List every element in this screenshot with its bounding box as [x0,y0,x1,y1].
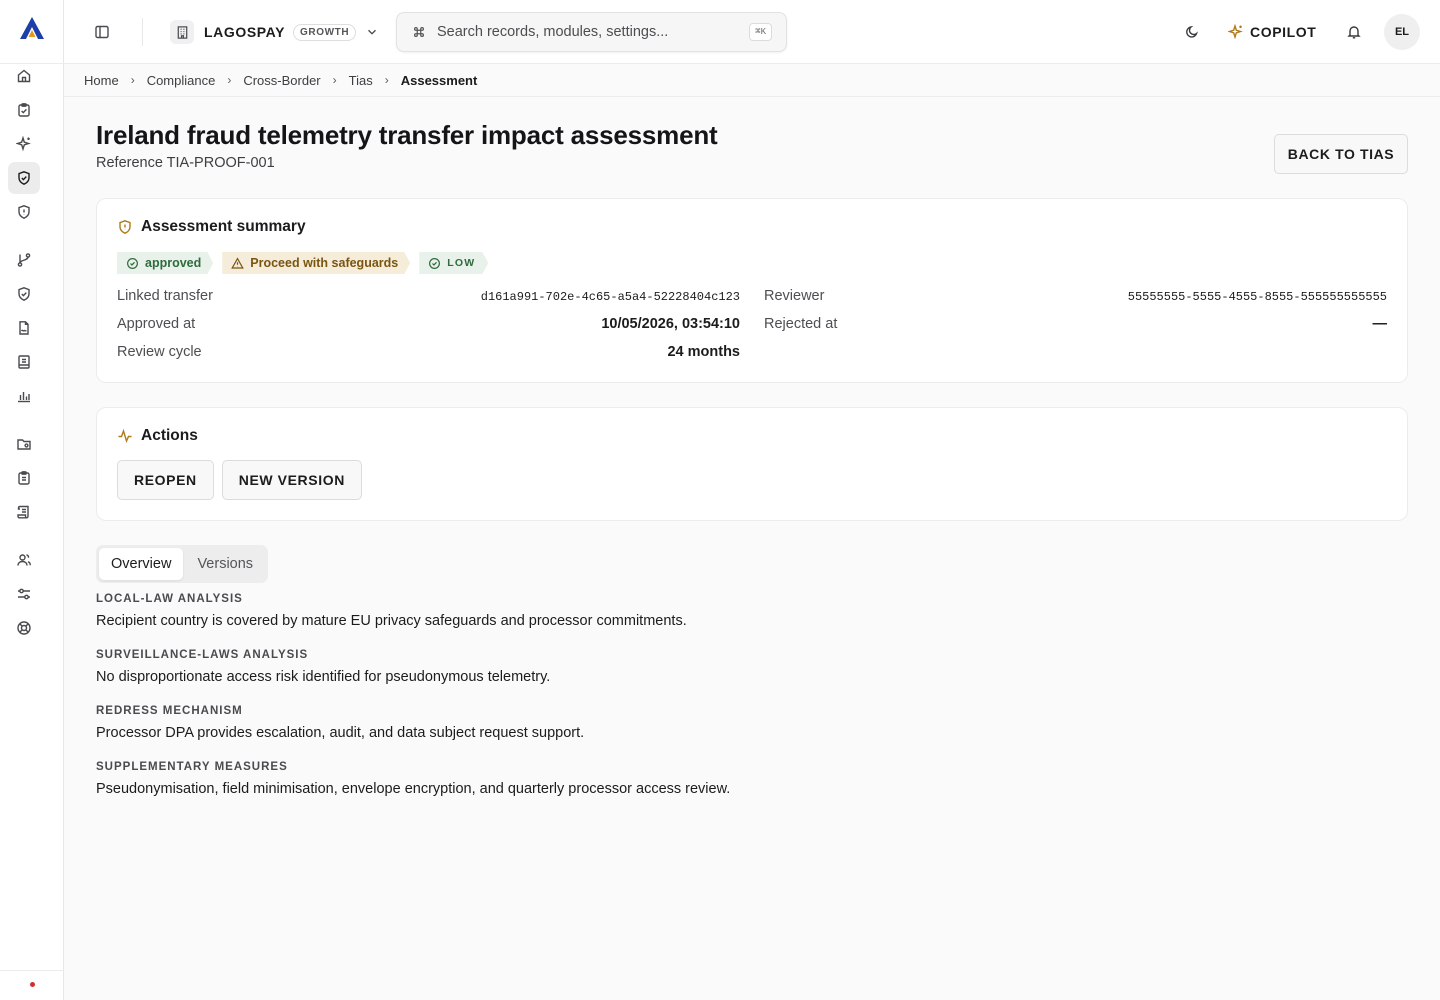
plan-badge: GROWTH [293,23,357,41]
kv-label: Rejected at [764,316,838,332]
search-input[interactable] [437,24,740,40]
rail-sparkles-icon[interactable] [8,128,40,160]
chevron-right-icon: › [332,73,337,87]
rail-file-signature-icon[interactable] [8,312,40,344]
check-circle-icon [428,257,441,270]
back-to-tias-button[interactable]: BACK TO TIAS [1274,134,1408,174]
kv-label: Approved at [117,316,196,332]
rail-sliders-icon[interactable] [8,578,40,610]
section-label: SUPPLEMENTARY MEASURES [96,761,288,773]
app-logo-icon[interactable] [19,16,45,40]
sparkles-icon [1228,24,1244,40]
approved-at-value: 10/05/2026, 03:54:10 [601,316,740,332]
tab-overview[interactable]: Overview [99,548,184,580]
rail-shield-check-icon[interactable] [8,278,40,310]
tab-versions[interactable]: Versions [185,548,265,580]
chevron-down-icon [364,24,380,40]
theme-toggle-moon-icon[interactable] [1180,20,1204,44]
actions-title-label: Actions [141,427,198,444]
rail-shield-check-icon-active[interactable] [8,162,40,194]
activity-icon [117,428,133,444]
actions-card-title: Actions [117,427,198,445]
section-redress-mechanism: REDRESS MECHANISM Processor DPA provides… [96,705,584,741]
chevron-right-icon: › [384,73,389,87]
status-badge-label: approved [145,256,202,270]
linked-transfer-id[interactable]: d161a991-702e-4c65-a5a4-52228404c123 [481,290,740,304]
check-circle-icon [126,257,139,270]
kv-label: Review cycle [117,344,202,360]
section-text: Processor DPA provides escalation, audit… [96,725,585,741]
summary-card-title: Assessment summary [117,218,306,236]
rail-bar-chart-icon[interactable] [8,380,40,412]
org-name: LAGOSPAY [204,24,286,40]
breadcrumb-cross-border[interactable]: Cross-Border [243,73,320,88]
rejected-at-value: — [1372,316,1388,332]
status-badge: approved [117,252,213,274]
chevron-right-icon: › [227,73,232,87]
page-title: Ireland fraud telemetry transfer impact … [96,120,718,150]
search-shortcut-hint: ⌘K [749,23,772,41]
left-rail [0,0,64,1000]
chevron-right-icon: › [130,73,135,87]
reopen-button[interactable]: REOPEN [117,460,214,500]
section-surveillance-laws: SURVEILLANCE-LAWS ANALYSIS No disproport… [96,649,550,685]
section-text: Recipient country is covered by mature E… [96,613,687,629]
assessment-summary-card: Assessment summary approved Proceed with… [96,198,1408,383]
warning-triangle-icon [231,257,244,270]
user-avatar[interactable]: EL [1384,14,1420,50]
building-icon [170,20,194,44]
org-switcher[interactable]: LAGOSPAY GROWTH [170,18,380,46]
copilot-label: COPILOT [1250,24,1317,40]
top-bar: LAGOSPAY GROWTH ⌘K COPILOT EL [64,0,1440,64]
rail-users-icon[interactable] [8,544,40,576]
detail-tabs: Overview Versions [96,545,269,583]
breadcrumb-current: Assessment [400,72,478,88]
section-supplementary-measures: SUPPLEMENTARY MEASURES Pseudonymisation,… [96,761,730,797]
risk-level-label: LOW [447,257,476,269]
decision-badge-label: Proceed with safeguards [250,256,399,270]
shield-alert-icon [117,219,133,235]
rail-git-branch-icon[interactable] [8,244,40,276]
rail-folder-icon[interactable] [8,428,40,460]
notifications-bell-icon[interactable] [1342,20,1366,44]
command-icon [411,25,427,39]
kv-label: Reviewer [764,288,825,304]
new-version-button[interactable]: NEW VERSION [221,460,362,500]
section-local-law: LOCAL-LAW ANALYSIS Recipient country is … [96,593,687,629]
breadcrumb-tias[interactable]: Tias [349,73,373,88]
section-label: REDRESS MECHANISM [96,705,243,717]
page-reference: Reference TIA-PROOF-001 [96,155,275,171]
rail-clipboard-check-icon[interactable] [8,94,40,126]
section-text: No disproportionate access risk identifi… [96,669,551,685]
status-dot-indicator [30,982,35,987]
rail-life-buoy-icon[interactable] [8,612,40,644]
breadcrumb-compliance[interactable]: Compliance [147,73,216,88]
section-label: SURVEILLANCE-LAWS ANALYSIS [96,649,309,661]
rail-shield-icon[interactable] [8,196,40,228]
status-badges: approved Proceed with safeguards LOW [117,252,488,274]
decision-badge: Proceed with safeguards [222,252,410,274]
rail-scroll-icon[interactable] [8,496,40,528]
summary-title-label: Assessment summary [141,218,306,235]
kv-label: Linked transfer [117,288,213,304]
actions-card: Actions REOPEN NEW VERSION [96,407,1408,521]
rail-clipboard-list-icon[interactable] [8,462,40,494]
risk-level-badge: LOW [419,252,488,274]
sidebar-toggle-icon[interactable] [90,20,114,44]
rail-home-icon[interactable] [8,60,40,92]
section-label: LOCAL-LAW ANALYSIS [96,593,243,605]
review-cycle-value: 24 months [667,344,740,360]
breadcrumb: Home › Compliance › Cross-Border › Tias … [64,64,1440,97]
reviewer-id: 55555555-5555-4555-8555-555555555555 [1127,290,1387,304]
global-search[interactable]: ⌘K [396,12,787,52]
breadcrumb-home[interactable]: Home [84,73,119,88]
rail-notebook-icon[interactable] [8,346,40,378]
section-text: Pseudonymisation, field minimisation, en… [96,781,731,797]
copilot-button[interactable]: COPILOT [1228,18,1316,46]
